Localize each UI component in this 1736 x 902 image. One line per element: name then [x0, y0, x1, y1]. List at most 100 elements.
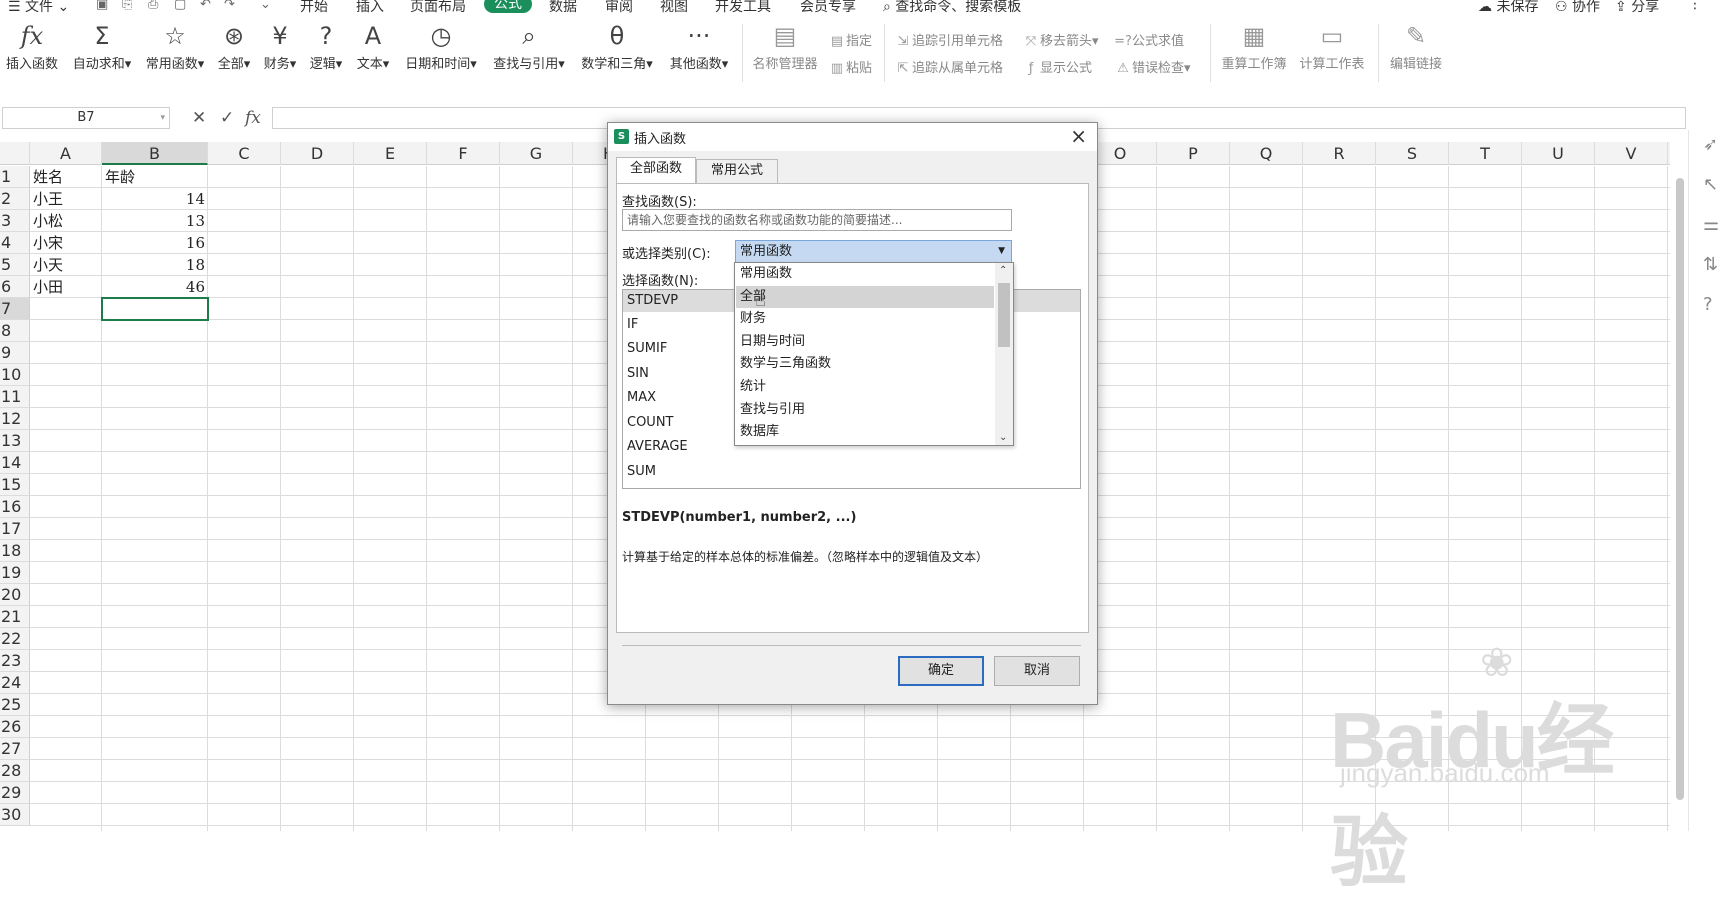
tab-view[interactable]: 视图: [660, 0, 688, 14]
trace-precedents-button[interactable]: ⇲ 追踪引用单元格: [894, 32, 1003, 52]
lookup-reference-button[interactable]: ⌕ 查找与引用▾: [490, 14, 568, 88]
tab-member[interactable]: 会员专享: [800, 0, 856, 14]
error-check-button[interactable]: ⚠ 错误检查▾: [1114, 59, 1190, 79]
cell-B2[interactable]: 14: [102, 188, 208, 210]
row-header[interactable]: 2: [0, 188, 30, 210]
category-dropdown-list[interactable]: 常用函数 全部 财务 日期与时间 数学与三角函数 统计 查找与引用 数据库 ⌃ …: [734, 262, 1014, 446]
row-header[interactable]: 18: [0, 540, 30, 562]
transfer-icon[interactable]: ⇅: [1703, 254, 1718, 275]
row-header[interactable]: 24: [0, 672, 30, 694]
category-option[interactable]: 数据库: [736, 421, 994, 443]
row-header[interactable]: 14: [0, 452, 30, 474]
print-icon[interactable]: ⎙: [148, 0, 158, 12]
cell-B1[interactable]: 年龄: [102, 166, 138, 188]
column-header[interactable]: G: [500, 142, 573, 165]
column-header[interactable]: U: [1522, 142, 1595, 165]
dialog-title-bar[interactable]: S 插入函数 ×: [608, 123, 1097, 151]
function-search-input[interactable]: 请输入您要查找的函数名称或函数功能的简要描述...: [622, 209, 1012, 231]
column-header[interactable]: F: [427, 142, 500, 165]
row-header[interactable]: 8: [0, 320, 30, 342]
column-header[interactable]: R: [1303, 142, 1376, 165]
chevron-down-icon[interactable]: ⌄: [999, 432, 1007, 443]
customize-icon[interactable]: ⌄: [260, 0, 271, 12]
row-header[interactable]: 1: [0, 166, 30, 188]
paste-name-button[interactable]: ▥ 粘贴: [828, 59, 872, 79]
math-trig-button[interactable]: θ 数学和三角▾: [578, 14, 656, 88]
column-header[interactable]: E: [354, 142, 427, 165]
row-header[interactable]: 10: [0, 364, 30, 386]
category-option[interactable]: 财务: [736, 308, 994, 330]
more-functions-button[interactable]: ··· 其他函数▾: [666, 14, 732, 88]
tab-home[interactable]: 开始: [300, 0, 328, 14]
autosum-button[interactable]: Σ 自动求和▾: [70, 14, 134, 88]
row-header[interactable]: 29: [0, 782, 30, 804]
row-header[interactable]: 26: [0, 716, 30, 738]
cell-A5[interactable]: 小天: [30, 254, 66, 276]
row-header[interactable]: 30: [0, 804, 30, 826]
output-icon[interactable]: ⎘: [122, 0, 132, 12]
column-header[interactable]: A: [30, 142, 102, 165]
confirm-icon[interactable]: ✓: [220, 108, 234, 128]
common-functions-button[interactable]: ☆ 常用函数▾: [142, 14, 208, 88]
cancel-icon[interactable]: ✕: [192, 108, 206, 128]
row-header[interactable]: 16: [0, 496, 30, 518]
help-icon[interactable]: ?: [1703, 294, 1713, 315]
cell-A6[interactable]: 小田: [30, 276, 66, 298]
cell-A3[interactable]: 小松: [30, 210, 66, 232]
category-option[interactable]: 常用函数: [736, 263, 994, 285]
column-header[interactable]: V: [1595, 142, 1668, 165]
cell-B6[interactable]: 46: [102, 276, 208, 298]
column-header[interactable]: Q: [1230, 142, 1303, 165]
row-header[interactable]: 15: [0, 474, 30, 496]
column-header[interactable]: S: [1376, 142, 1449, 165]
show-formulas-button[interactable]: ƒ 显示公式: [1022, 59, 1092, 79]
tab-developer[interactable]: 开发工具: [715, 0, 771, 14]
remove-arrows-button[interactable]: ⤧ 移去箭头▾: [1022, 32, 1099, 52]
category-option[interactable]: 查找与引用: [736, 399, 994, 421]
dropdown-scrollbar[interactable]: ⌃ ⌄: [995, 263, 1013, 445]
row-header[interactable]: 27: [0, 738, 30, 760]
category-option[interactable]: 数学与三角函数: [736, 353, 994, 375]
cell-A2[interactable]: 小王: [30, 188, 66, 210]
row-header[interactable]: 19: [0, 562, 30, 584]
column-header[interactable]: T: [1449, 142, 1522, 165]
command-search[interactable]: ⌕ 查找命令、搜索模板: [883, 0, 1021, 14]
unsaved-status[interactable]: ☁ 未保存: [1478, 0, 1538, 14]
redo-icon[interactable]: ↷: [224, 0, 235, 12]
row-header[interactable]: 7: [0, 298, 30, 320]
column-header[interactable]: P: [1157, 142, 1230, 165]
calc-sheet-button[interactable]: ▭ 计算工作表: [1296, 14, 1368, 88]
recalc-workbook-button[interactable]: ▦ 重算工作簿: [1218, 14, 1290, 88]
row-header[interactable]: 21: [0, 606, 30, 628]
close-icon[interactable]: ×: [1070, 124, 1087, 148]
select-all-corner[interactable]: [0, 142, 30, 165]
row-header[interactable]: 9: [0, 342, 30, 364]
tab-all-functions[interactable]: 全部函数: [616, 157, 696, 184]
ok-button[interactable]: 确定: [898, 656, 984, 686]
save-icon[interactable]: ▣: [96, 0, 108, 12]
logical-button[interactable]: ? 逻辑▾: [308, 14, 344, 88]
vertical-scrollbar[interactable]: [1676, 178, 1684, 800]
category-option[interactable]: 全部: [736, 286, 994, 308]
date-time-button[interactable]: ◷ 日期和时间▾: [402, 14, 480, 88]
specify-button[interactable]: ▤ 指定: [828, 32, 872, 52]
trace-dependents-button[interactable]: ⇱ 追踪从属单元格: [894, 59, 1003, 79]
cell-B5[interactable]: 18: [102, 254, 208, 276]
cancel-button[interactable]: 取消: [994, 656, 1080, 686]
tab-common-formulas[interactable]: 常用公式: [696, 159, 778, 183]
more-icon[interactable]: ⋮: [1688, 0, 1702, 12]
function-item[interactable]: SUM: [623, 461, 1080, 483]
insert-function-button[interactable]: fx 插入函数: [4, 14, 60, 88]
row-header[interactable]: 17: [0, 518, 30, 540]
preview-icon[interactable]: ▢: [174, 0, 186, 12]
row-header[interactable]: 3: [0, 210, 30, 232]
scrollbar-thumb[interactable]: [998, 283, 1010, 347]
row-header[interactable]: 22: [0, 628, 30, 650]
edit-links-button[interactable]: ✎ 编辑链接: [1386, 14, 1446, 88]
row-header[interactable]: 23: [0, 650, 30, 672]
share-button[interactable]: ⇪ 分享: [1615, 0, 1659, 14]
cell-A1[interactable]: 姓名: [30, 166, 66, 188]
evaluate-formula-button[interactable]: =?公式求值: [1114, 32, 1184, 52]
all-functions-button[interactable]: ⊛ 全部▾: [216, 14, 252, 88]
rocket-icon[interactable]: ➶: [1703, 134, 1718, 155]
